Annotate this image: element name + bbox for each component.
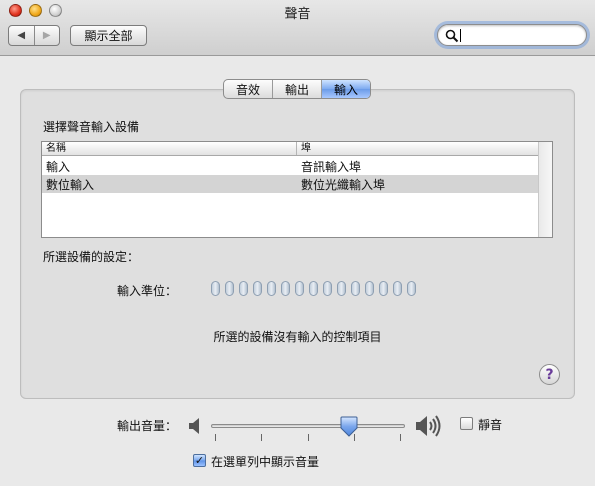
device-port-cell: 數位光纖輸入埠 [301,177,386,192]
device-settings-heading: 所選設備的設定： [43,250,140,264]
input-level-segment [281,281,290,296]
input-level-segment [295,281,304,296]
input-level-segment [365,281,374,296]
text-caret [460,29,461,42]
search-icon [445,29,459,43]
show-volume-in-menubar-label: 在選單列中顯示音量 [211,455,320,469]
input-level-segment [225,281,234,296]
input-level-segment [379,281,388,296]
input-panel [20,89,575,399]
input-device-table[interactable]: 名稱 埠 輸入 音訊輸入埠 數位輸入 數位光纖輸入埠 [41,141,553,238]
device-name-cell: 輸入 [46,159,71,174]
tab-input[interactable]: 輸入 [321,80,371,98]
select-input-device-heading: 選擇聲音輸入設備 [43,120,140,134]
back-forward-control: ◀ ▶ [8,25,60,46]
forward-arrow-icon: ▶ [42,30,51,41]
output-volume-slider[interactable] [211,424,405,428]
help-icon: ? [545,366,554,383]
table-row[interactable]: 輸入 音訊輸入埠 [42,157,539,175]
mute-checkbox[interactable] [460,417,473,430]
volume-tick [215,434,216,441]
input-level-segment [239,281,248,296]
speaker-high-icon [416,415,441,437]
sound-preferences-window: 聲音 ◀ ▶ 顯示全部 音效 輸出 輸入 選擇聲音輸入設備 名稱 埠 輸入 音訊… [0,0,595,486]
tab-output[interactable]: 輸出 [272,80,321,98]
input-level-segment [309,281,318,296]
mute-label: 靜音 [478,418,503,432]
back-button[interactable]: ◀ [9,26,34,45]
sound-tabs: 音效 輸出 輸入 [223,79,372,99]
volume-ticks [215,434,401,442]
output-volume-label: 輸出音量： [117,419,178,433]
search-field[interactable] [437,24,587,46]
tab-sound-effects[interactable]: 音效 [224,80,272,98]
input-level-segment [393,281,402,296]
input-level-segment [337,281,346,296]
input-level-segment [351,281,360,296]
forward-button[interactable]: ▶ [33,26,60,45]
no-controls-message: 所選的設備沒有輸入的控制項目 [213,330,382,344]
title-toolbar: 聲音 ◀ ▶ 顯示全部 [0,0,595,56]
input-level-segment [253,281,262,296]
volume-tick [308,434,309,441]
input-level-segment [267,281,276,296]
device-name-cell: 數位輸入 [46,177,95,192]
speaker-low-icon [189,418,199,434]
checkmark-icon: ✓ [194,454,205,467]
input-level-segment [407,281,416,296]
input-level-label: 輸入準位： [117,284,178,298]
table-row[interactable]: 數位輸入 數位光纖輸入埠 [42,175,539,193]
show-volume-in-menubar-checkbox[interactable]: ✓ [193,454,206,467]
input-level-segment [211,281,220,296]
table-body: 輸入 音訊輸入埠 數位輸入 數位光纖輸入埠 [42,157,539,193]
window-title: 聲音 [284,7,311,22]
volume-tick [261,434,262,441]
table-scrollbar[interactable] [538,142,552,237]
device-port-cell: 音訊輸入埠 [301,159,362,174]
input-level-meter [211,281,416,296]
volume-tick [400,434,401,441]
volume-slider-thumb[interactable] [340,416,358,437]
column-header-port[interactable]: 埠 [297,142,539,155]
show-all-button[interactable]: 顯示全部 [70,25,147,46]
column-header-name[interactable]: 名稱 [42,142,297,155]
input-level-segment [323,281,332,296]
table-header: 名稱 埠 [42,142,539,156]
back-arrow-icon: ◀ [17,30,26,41]
help-button[interactable]: ? [539,364,560,385]
